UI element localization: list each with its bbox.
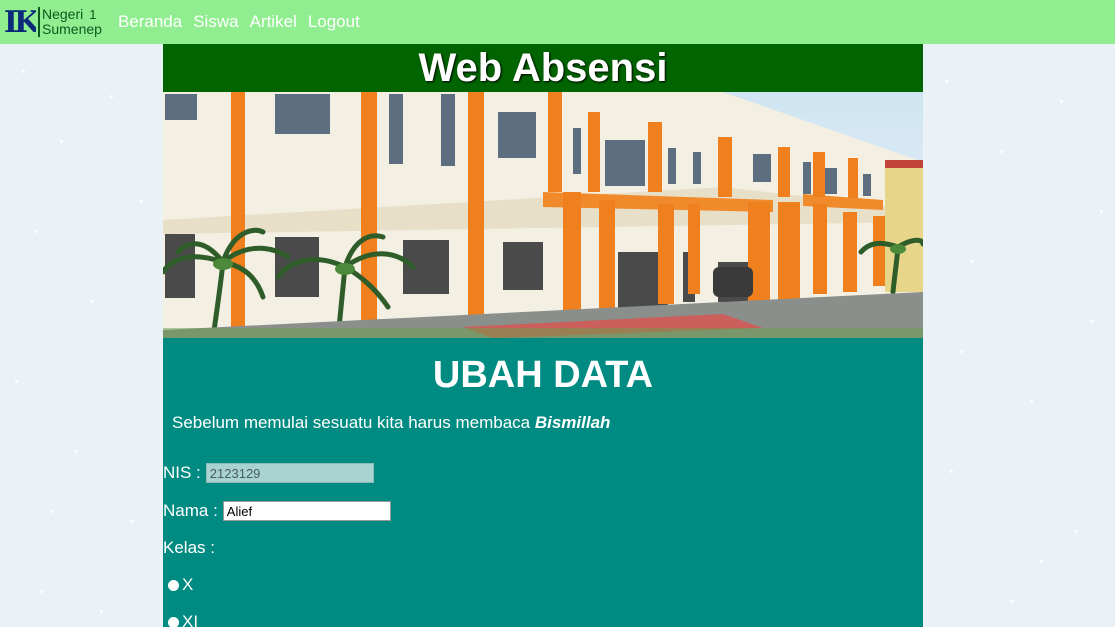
logo-number: 1: [89, 7, 97, 22]
kelas-row: Kelas :: [163, 538, 923, 558]
nav-link-artikel[interactable]: Artikel: [250, 12, 297, 32]
logo-divider: [38, 7, 40, 37]
intro-text-main: Sebelum memulai sesuatu kita harus memba…: [172, 413, 535, 432]
nis-label: NIS :: [163, 463, 201, 482]
logo-text: Negeri 1 Sumenep: [42, 7, 102, 37]
intro-text-bold: Bismillah: [534, 413, 611, 432]
nav-link-logout[interactable]: Logout: [308, 12, 360, 32]
school-banner-image: [163, 92, 923, 338]
school-logo[interactable]: IK Negeri 1 Sumenep: [0, 0, 102, 44]
nama-row: Nama :: [163, 501, 923, 521]
kelas-option-x[interactable]: X: [168, 575, 923, 595]
nama-field[interactable]: [222, 501, 391, 521]
edit-data-section: UBAH DATA Sebelum memulai sesuatu kita h…: [163, 354, 923, 627]
nis-row: NIS :: [163, 463, 923, 483]
kelas-option-x-label: X: [182, 575, 194, 594]
logo-line2: Sumenep: [42, 21, 102, 37]
radio-xi[interactable]: [168, 616, 179, 627]
top-navbar: IK Negeri 1 Sumenep Beranda Siswa Artike…: [0, 0, 1115, 44]
intro-text: Sebelum memulai sesuatu kita harus memba…: [172, 413, 923, 433]
nav-link-siswa[interactable]: Siswa: [193, 12, 238, 32]
site-header: Web Absensi: [163, 44, 923, 92]
radio-x[interactable]: [168, 579, 179, 591]
nama-label: Nama :: [163, 501, 218, 520]
logo-line1: Negeri: [42, 6, 84, 22]
kelas-label: Kelas :: [163, 538, 215, 557]
kelas-option-xi[interactable]: XI: [168, 612, 923, 627]
logo-mark: IK: [3, 4, 36, 40]
kelas-option-xi-label: XI: [182, 612, 199, 627]
nis-field[interactable]: [205, 463, 374, 483]
main-container: Web Absensi UBAH DATA Sebelum memulai se…: [163, 44, 923, 627]
page-title: UBAH DATA: [432, 354, 654, 396]
nav-link-beranda[interactable]: Beranda: [118, 12, 182, 32]
site-title: Web Absensi: [418, 45, 668, 90]
